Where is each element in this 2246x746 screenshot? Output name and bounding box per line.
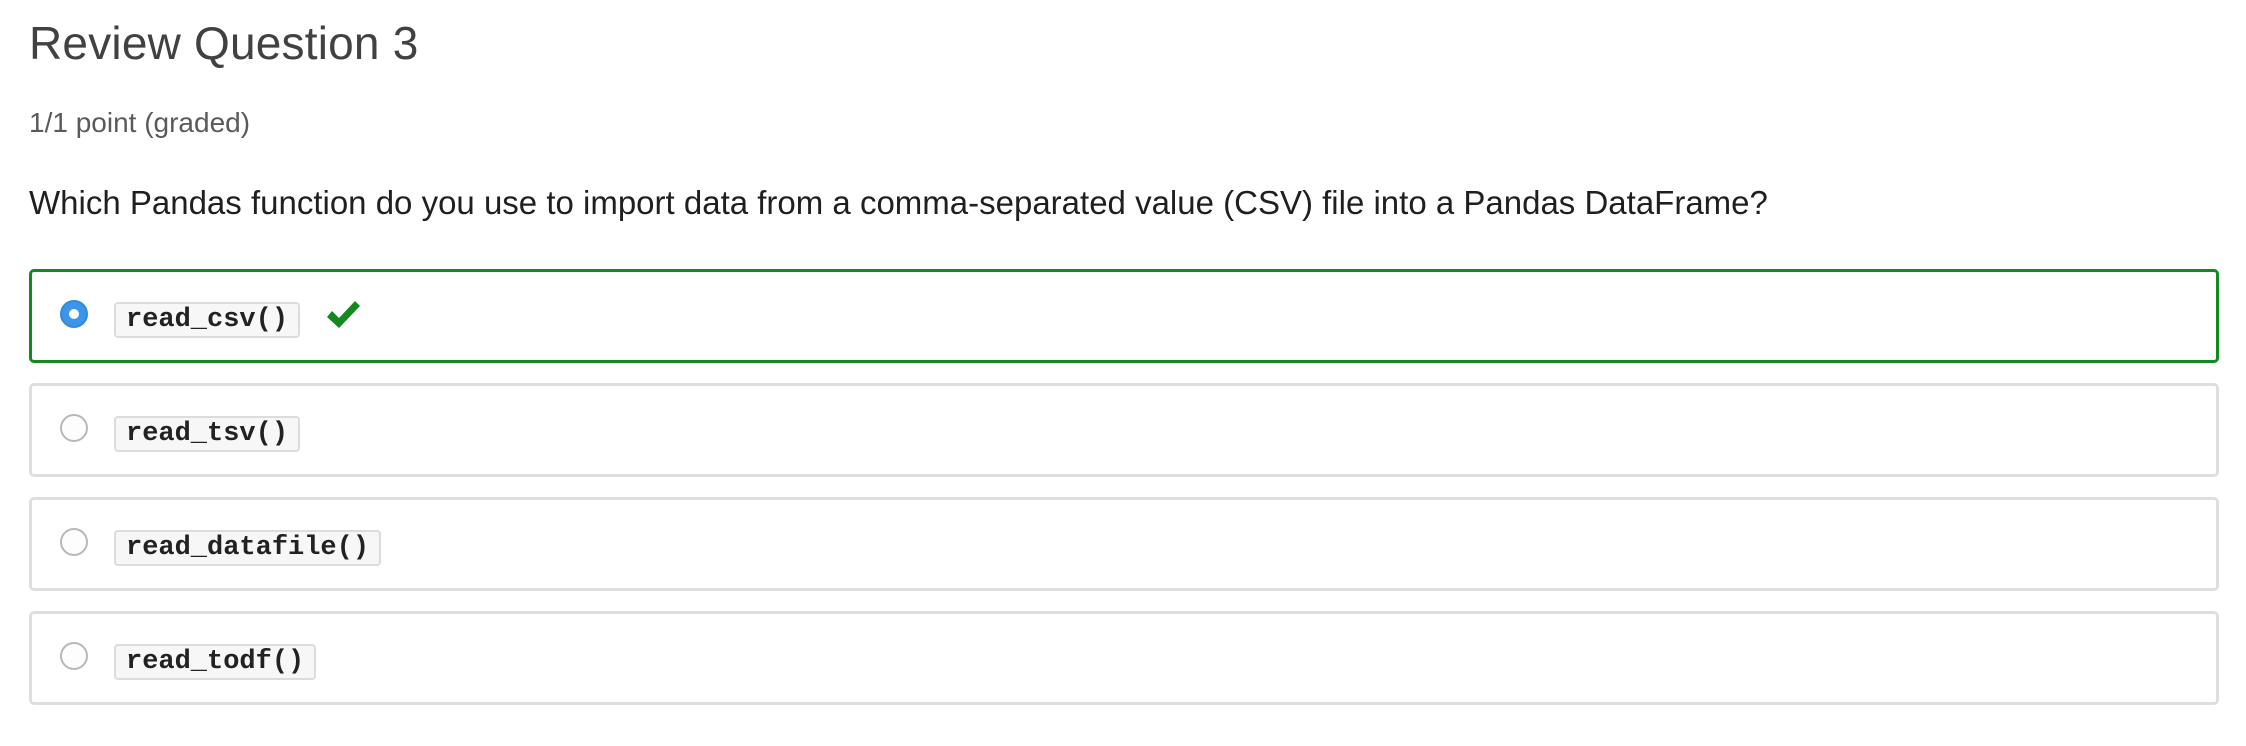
question-text: Which Pandas function do you use to impo… [29,184,1768,221]
option-read-datafile[interactable]: read_datafile() [29,497,2219,591]
answer-options: read_csv() read_tsv() read_datafile() re… [29,269,2219,725]
option-label: read_tsv() [114,416,301,452]
option-label: read_datafile() [114,530,382,566]
problem-container: Review Question 3 1/1 point (graded) Whi… [29,0,2219,705]
option-label: read_csv() [114,302,301,338]
points-status: 1/1 point (graded) [29,107,251,138]
option-read-todf[interactable]: read_todf() [29,611,2219,705]
option-label: read_todf() [114,644,317,680]
radio-button-selected[interactable] [60,300,88,328]
radio-button[interactable] [60,414,88,442]
checkmark-icon [327,301,360,328]
problem-title: Review Question 3 [29,17,419,69]
option-read-tsv[interactable]: read_tsv() [29,383,2219,477]
option-read-csv[interactable]: read_csv() [29,269,2219,363]
radio-button[interactable] [60,528,88,556]
radio-button[interactable] [60,642,88,670]
